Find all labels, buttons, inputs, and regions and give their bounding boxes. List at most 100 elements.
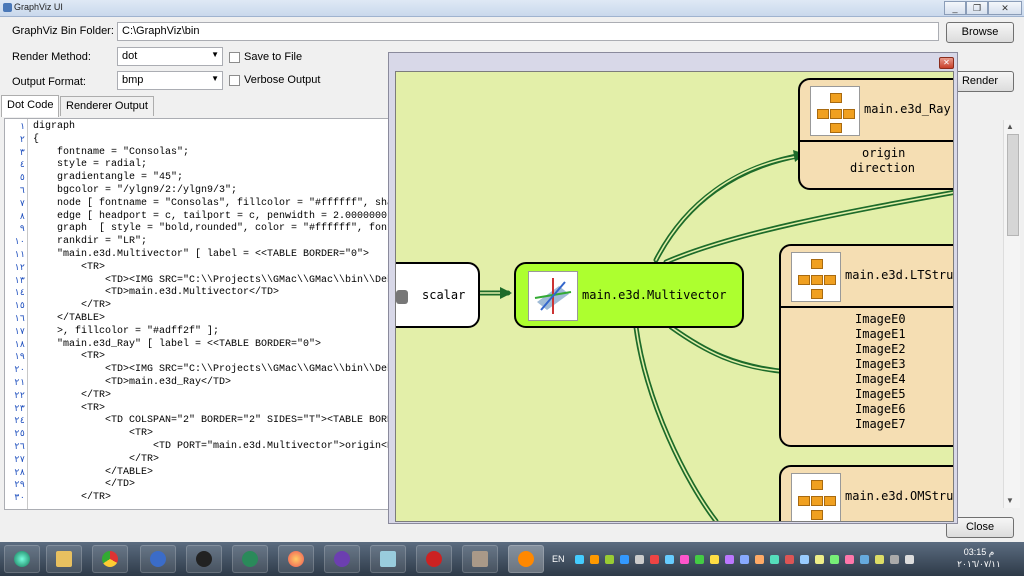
render-method-value: dot (122, 50, 138, 62)
edge-multivector-ray (653, 152, 805, 263)
bin-folder-label: GraphViz Bin Folder: (12, 25, 114, 37)
code-line: <TR> (33, 402, 106, 414)
line-number: ٥ (19, 173, 25, 184)
node-ltstruct[interactable]: main.e3d.LTStru ImageE0 ImageE1 ImageE2 … (779, 244, 953, 447)
line-number: ٣ (19, 147, 25, 158)
bin-folder-input[interactable]: C:\GraphViz\bin (117, 22, 939, 41)
code-line: rankdir = "LR"; (33, 236, 148, 248)
code-line: </TD> (33, 479, 136, 491)
ltstruct-field: ImageE6 (855, 402, 906, 416)
app-icon-stone[interactable] (462, 545, 498, 573)
tray-icon[interactable] (800, 555, 809, 564)
tray-icon[interactable] (695, 555, 704, 564)
line-number: ١٤ (14, 288, 25, 299)
struct-hierarchy-icon (791, 473, 841, 521)
line-number: ١٣ (14, 275, 25, 286)
scroll-down-icon[interactable]: ▼ (1006, 496, 1014, 505)
tray-icon[interactable] (575, 555, 584, 564)
tray-icon[interactable] (605, 555, 614, 564)
language-indicator[interactable]: EN (552, 554, 565, 564)
tray-icon[interactable] (830, 555, 839, 564)
minimize-button[interactable]: _ (944, 1, 966, 15)
line-number: ٢٣ (14, 403, 25, 414)
line-number: ٢٨ (14, 467, 25, 478)
edge-multivector-ltstruct (668, 324, 791, 375)
graphviz-ui-taskbar-icon[interactable] (508, 545, 544, 573)
close-icon[interactable]: ✕ (939, 57, 954, 69)
line-number: ٧ (19, 198, 25, 209)
node-ray-title: main.e3d_Ray (864, 102, 951, 116)
ray-field: direction (850, 161, 916, 175)
code-line: edge [ headport = c, tailport = c, penwi… (33, 210, 388, 222)
code-line: <TR> (33, 428, 154, 440)
output-format-select[interactable]: bmp ▼ (117, 71, 223, 90)
line-number: ١٦ (14, 314, 25, 324)
tray-icon[interactable] (785, 555, 794, 564)
axes-icon (534, 278, 572, 314)
save-to-file-checkbox[interactable] (229, 52, 240, 63)
tray-icon[interactable] (740, 555, 749, 564)
tab-dot-code[interactable]: Dot Code (1, 95, 60, 117)
tray-icon[interactable] (635, 555, 644, 564)
verbose-output-checkbox[interactable] (229, 75, 240, 86)
struct-hierarchy-icon (791, 252, 841, 302)
browse-button[interactable]: Browse (946, 22, 1014, 43)
node-scalar[interactable]: scalar (396, 262, 480, 328)
tray-icon[interactable] (680, 555, 689, 564)
scroll-up-icon[interactable]: ▲ (1006, 122, 1014, 131)
node-ray[interactable]: main.e3d_Ray origin direction (798, 78, 953, 190)
ltstruct-field: ImageE3 (855, 357, 906, 371)
divider (781, 306, 953, 308)
firefox-icon[interactable] (278, 545, 314, 573)
code-line: </TR> (33, 389, 112, 401)
tab-renderer-output[interactable]: Renderer Output (60, 96, 154, 116)
media-player-icon[interactable] (186, 545, 222, 573)
verbose-output-label: Verbose Output (244, 74, 321, 86)
visual-studio-icon[interactable] (324, 545, 360, 573)
maximize-button[interactable]: ❐ (966, 1, 988, 15)
tray-icon[interactable] (590, 555, 599, 564)
tray-icon[interactable] (650, 555, 659, 564)
render-method-label: Render Method: (12, 51, 91, 63)
tray-icon[interactable] (665, 555, 674, 564)
node-omstruct[interactable]: main.e3d.OMStru (779, 465, 953, 521)
file-explorer-icon[interactable] (46, 545, 82, 573)
tray-icon[interactable] (620, 555, 629, 564)
app-icon-qb[interactable] (140, 545, 176, 573)
render-method-select[interactable]: dot ▼ (117, 47, 223, 66)
clock-date: ٢٠١٦/٠٧/١١ (957, 559, 1001, 569)
dot-code-editor[interactable]: ١ ٢ ٣ ٤ ٥ ٦ ٧ ٨ ٩ ١٠ ١١ ١٢ ١٣ ١٤ ١٥ ١٦ ١٧ ١٨ ١٩ ٢٠ ٢١ ٢٢ ٢٣ ٢٤ ٢… (4, 118, 406, 510)
chrome-icon[interactable] (92, 545, 128, 573)
app-icon-green[interactable] (232, 545, 268, 573)
tray-icon[interactable] (875, 555, 884, 564)
node-scalar-label: scalar (422, 288, 466, 302)
line-number: ٣٠ (14, 493, 25, 504)
network-icon[interactable] (890, 555, 899, 564)
code-line: <TD><IMG SRC="C:\\Projects\\GMac\\GMac\\… (33, 274, 394, 286)
node-icon (396, 290, 408, 304)
app-icon-red[interactable] (416, 545, 452, 573)
node-multivector[interactable]: main.e3d.Multivector (514, 262, 744, 328)
tray-icon[interactable] (860, 555, 869, 564)
tray-icon[interactable] (755, 555, 764, 564)
tray-icon[interactable] (710, 555, 719, 564)
code-line: >, fillcolor = "#adff2f" ]; (33, 325, 220, 337)
clock[interactable]: 03:15 م ٢٠١٦/٠٧/١١ (944, 546, 1014, 570)
close-window-button[interactable]: ✕ (988, 1, 1022, 15)
tray-icon[interactable] (725, 555, 734, 564)
graph-preview-window[interactable]: ✕ scalar main.e3d.Multivector main.e3d_R… (388, 52, 958, 524)
clock-time: 03:15 م (963, 547, 995, 557)
line-number: ١٩ (14, 352, 25, 363)
app-icon (3, 3, 12, 12)
code-line: "main.e3d.Multivector" [ label = <<TABLE… (33, 249, 370, 260)
tray-icon[interactable] (770, 555, 779, 564)
tray-icon[interactable] (815, 555, 824, 564)
line-number: ٦ (19, 186, 25, 196)
start-button-icon[interactable] (4, 545, 40, 573)
vertical-scrollbar[interactable]: ▲ ▼ (1003, 120, 1020, 508)
scrollbar-thumb[interactable] (1007, 134, 1019, 236)
volume-icon[interactable] (905, 555, 914, 564)
notepad-icon[interactable] (370, 545, 406, 573)
code-line: "main.e3d_Ray" [ label = <<TABLE BORDER=… (33, 338, 322, 350)
tray-icon[interactable] (845, 555, 854, 564)
